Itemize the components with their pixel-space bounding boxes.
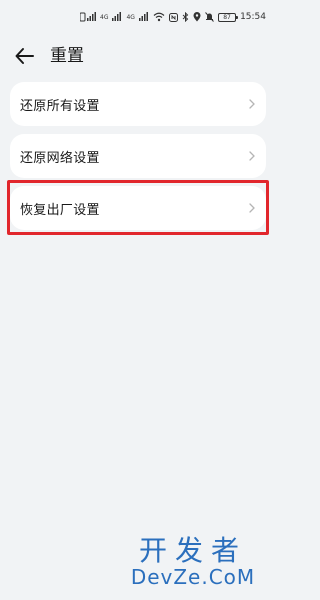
sim1-network-type: 4G bbox=[100, 13, 109, 21]
reset-network-settings-item[interactable]: 还原网络设置 bbox=[10, 134, 266, 178]
bluetooth-icon bbox=[182, 12, 189, 22]
watermark-line2: DevZe.CoM bbox=[130, 565, 256, 589]
sim2-network-type: 4G bbox=[126, 13, 135, 21]
factory-reset-label: 恢复出厂设置 bbox=[20, 202, 100, 218]
wifi-icon bbox=[153, 12, 165, 22]
page-title: 重置 bbox=[50, 46, 84, 66]
chevron-right-icon bbox=[249, 151, 255, 161]
back-arrow-icon[interactable] bbox=[14, 46, 36, 66]
status-right: 87 15:54 bbox=[169, 10, 266, 24]
status-time: 15:54 bbox=[240, 12, 266, 22]
chevron-right-icon bbox=[249, 99, 255, 109]
nfc-icon bbox=[169, 12, 179, 22]
sim1-signal-icon bbox=[80, 12, 96, 22]
page-header: 重置 bbox=[0, 38, 276, 74]
status-left: 4G 4G bbox=[80, 10, 165, 24]
watermark: 开发者 DevZe.CoM bbox=[118, 534, 268, 589]
reset-all-settings-label: 还原所有设置 bbox=[20, 98, 100, 114]
location-icon bbox=[193, 12, 201, 22]
mute-bell-icon bbox=[205, 12, 214, 22]
sim2-signal-icon bbox=[112, 12, 122, 21]
battery-icon: 87 bbox=[218, 12, 239, 22]
reset-all-settings-item[interactable]: 还原所有设置 bbox=[10, 82, 266, 126]
reset-network-settings-label: 还原网络设置 bbox=[20, 150, 100, 166]
status-bar: 4G 4G 87 15:54 bbox=[0, 0, 276, 34]
sim2-signal-icon-b bbox=[138, 12, 148, 21]
chevron-right-icon bbox=[249, 203, 255, 213]
watermark-line1: 开发者 bbox=[138, 534, 247, 567]
factory-reset-item[interactable]: 恢复出厂设置 bbox=[10, 186, 266, 230]
